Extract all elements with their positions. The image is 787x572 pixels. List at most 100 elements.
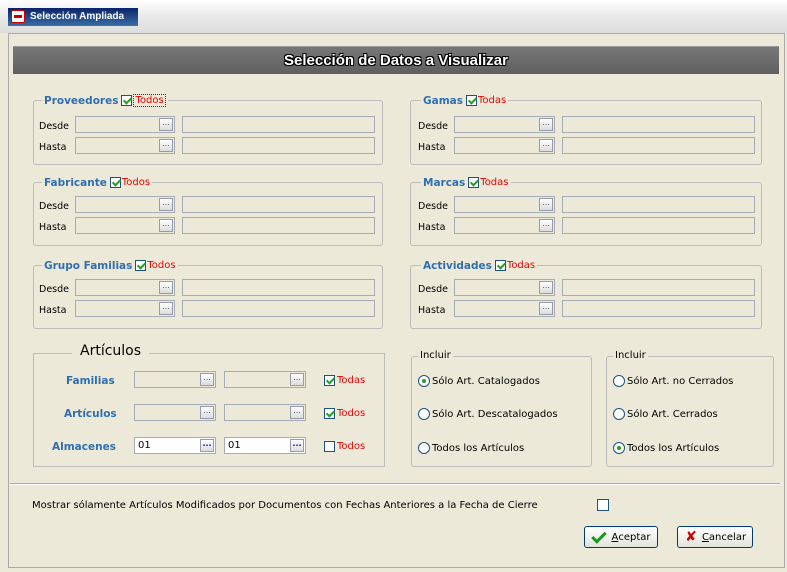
radio-button[interactable] (613, 375, 625, 387)
hasta-code-field[interactable]: ... (454, 217, 555, 234)
hasta-label: Hasta (418, 222, 446, 233)
browse-button[interactable]: ... (159, 139, 173, 152)
hasta-desc-field[interactable] (182, 300, 375, 317)
desde-desc-field[interactable] (562, 116, 755, 133)
familias-to-field[interactable]: ... (224, 371, 306, 388)
familias-from-field[interactable]: ... (134, 371, 216, 388)
browse-button[interactable]: ... (290, 373, 304, 386)
radio-button[interactable] (613, 442, 625, 454)
accept-button[interactable]: Aceptar (584, 526, 658, 548)
group-title: Fabricante (44, 176, 107, 189)
todas-label: Todas (480, 177, 509, 188)
hasta-code-field[interactable]: ... (75, 300, 175, 317)
hasta-desc-field[interactable] (562, 217, 755, 234)
window-title: Selección Ampliada (30, 11, 125, 22)
browse-button[interactable]: ... (539, 198, 553, 211)
desde-code-field[interactable]: ... (454, 279, 555, 296)
browse-button[interactable]: ... (539, 118, 553, 131)
hasta-code-field[interactable]: ... (454, 300, 555, 317)
browse-button[interactable]: ... (200, 406, 214, 419)
browse-button[interactable]: ... (159, 281, 173, 294)
radio-button[interactable] (418, 375, 430, 387)
radio-no-cerrados[interactable]: Sólo Art. no Cerrados (613, 375, 733, 387)
todos-checkbox[interactable] (135, 260, 147, 271)
todos-checkbox[interactable] (121, 95, 133, 106)
browse-button[interactable]: ... (539, 139, 553, 152)
radio-descatalogados[interactable]: Sólo Art. Descatalogados (418, 408, 558, 420)
todas-checkbox[interactable] (494, 260, 506, 271)
articulos-todos[interactable]: Todos (324, 408, 365, 419)
browse-button[interactable]: ... (290, 406, 304, 419)
group-title: Actividades (423, 259, 492, 272)
hasta-code-field[interactable]: ... (454, 137, 555, 154)
browse-button[interactable]: ... (200, 439, 214, 452)
browse-button[interactable]: ... (159, 302, 173, 315)
radio-cerrados[interactable]: Sólo Art. Cerrados (613, 408, 718, 420)
browse-button[interactable]: ... (159, 198, 173, 211)
radio-todos-catalogo[interactable]: Todos los Artículos (418, 442, 524, 454)
desde-code-field[interactable]: ... (454, 116, 555, 133)
browse-button[interactable]: ... (159, 118, 173, 131)
desde-code-field[interactable]: ... (75, 279, 175, 296)
close-icon: ✘ (685, 529, 697, 545)
almacenes-to-field[interactable]: 01... (224, 437, 306, 454)
modified-only-label: Mostrar sólamente Artículos Modificados … (32, 500, 538, 511)
desde-code-field[interactable]: ... (75, 196, 175, 213)
hasta-label: Hasta (39, 222, 67, 233)
modified-only-checkbox[interactable] (597, 499, 609, 511)
familias-todas-checkbox[interactable] (324, 375, 335, 386)
group-marcas: Marcas Todas Desde ... Hasta ... (410, 176, 762, 246)
almacenes-todos[interactable]: Todos (324, 441, 365, 452)
familias-label: Familias (66, 375, 115, 387)
app-icon (11, 10, 25, 23)
desde-desc-field[interactable] (182, 196, 375, 213)
hasta-code-field[interactable]: ... (75, 217, 175, 234)
browse-button[interactable]: ... (539, 219, 553, 232)
browse-button[interactable]: ... (539, 281, 553, 294)
group-title: Proveedores (44, 94, 119, 107)
desde-desc-field[interactable] (182, 116, 375, 133)
desde-label: Desde (39, 284, 69, 295)
group-title: Marcas (423, 176, 466, 189)
cancel-button[interactable]: ✘ Cancelar (677, 526, 753, 548)
todas-checkbox[interactable] (468, 177, 480, 188)
radio-button[interactable] (613, 408, 625, 420)
familias-todas-label: Todas (337, 375, 366, 386)
radio-button[interactable] (418, 442, 430, 454)
radio-button[interactable] (418, 408, 430, 420)
desde-code-field[interactable]: ... (75, 116, 175, 133)
hasta-desc-field[interactable] (562, 300, 755, 317)
group-grupo-familias: Grupo Familias Todos Desde ... Hasta ... (33, 259, 383, 329)
desde-desc-field[interactable] (182, 279, 375, 296)
radio-todos-cierre[interactable]: Todos los Artículos (613, 442, 719, 454)
articulos-title: Artículos (72, 343, 150, 359)
radio-label: Sólo Art. Catalogados (432, 375, 540, 387)
almacenes-from-field[interactable]: 01... (134, 437, 216, 454)
browse-button[interactable]: ... (290, 439, 304, 452)
articulos-to-field[interactable]: ... (224, 404, 306, 421)
articulos-label: Artículos (64, 408, 117, 420)
group-incluir-catalogo: Incluir Sólo Art. Catalogados Sólo Art. … (411, 350, 592, 467)
browse-button[interactable]: ... (539, 302, 553, 315)
hasta-label: Hasta (418, 142, 446, 153)
hasta-desc-field[interactable] (182, 217, 375, 234)
familias-todas[interactable]: Todas (324, 375, 365, 386)
desde-desc-field[interactable] (562, 196, 755, 213)
todas-checkbox[interactable] (465, 95, 477, 106)
desde-desc-field[interactable] (562, 279, 755, 296)
hasta-desc-field[interactable] (182, 137, 375, 154)
articulos-from-field[interactable]: ... (134, 404, 216, 421)
accept-mnemonic: A (611, 531, 619, 543)
group-fabricante: Fabricante Todos Desde ... Hasta ... (33, 176, 383, 246)
todos-checkbox[interactable] (109, 177, 121, 188)
radio-catalogados[interactable]: Sólo Art. Catalogados (418, 375, 540, 387)
browse-button[interactable]: ... (159, 219, 173, 232)
browse-button[interactable]: ... (200, 373, 214, 386)
desde-code-field[interactable]: ... (454, 196, 555, 213)
almacenes-todos-checkbox[interactable] (324, 441, 335, 452)
almacenes-label: Almacenes (52, 441, 116, 453)
hasta-desc-field[interactable] (562, 137, 755, 154)
hasta-code-field[interactable]: ... (75, 137, 175, 154)
articulos-todos-checkbox[interactable] (324, 408, 335, 419)
group-gamas: Gamas Todas Desde ... Hasta ... (410, 94, 762, 165)
